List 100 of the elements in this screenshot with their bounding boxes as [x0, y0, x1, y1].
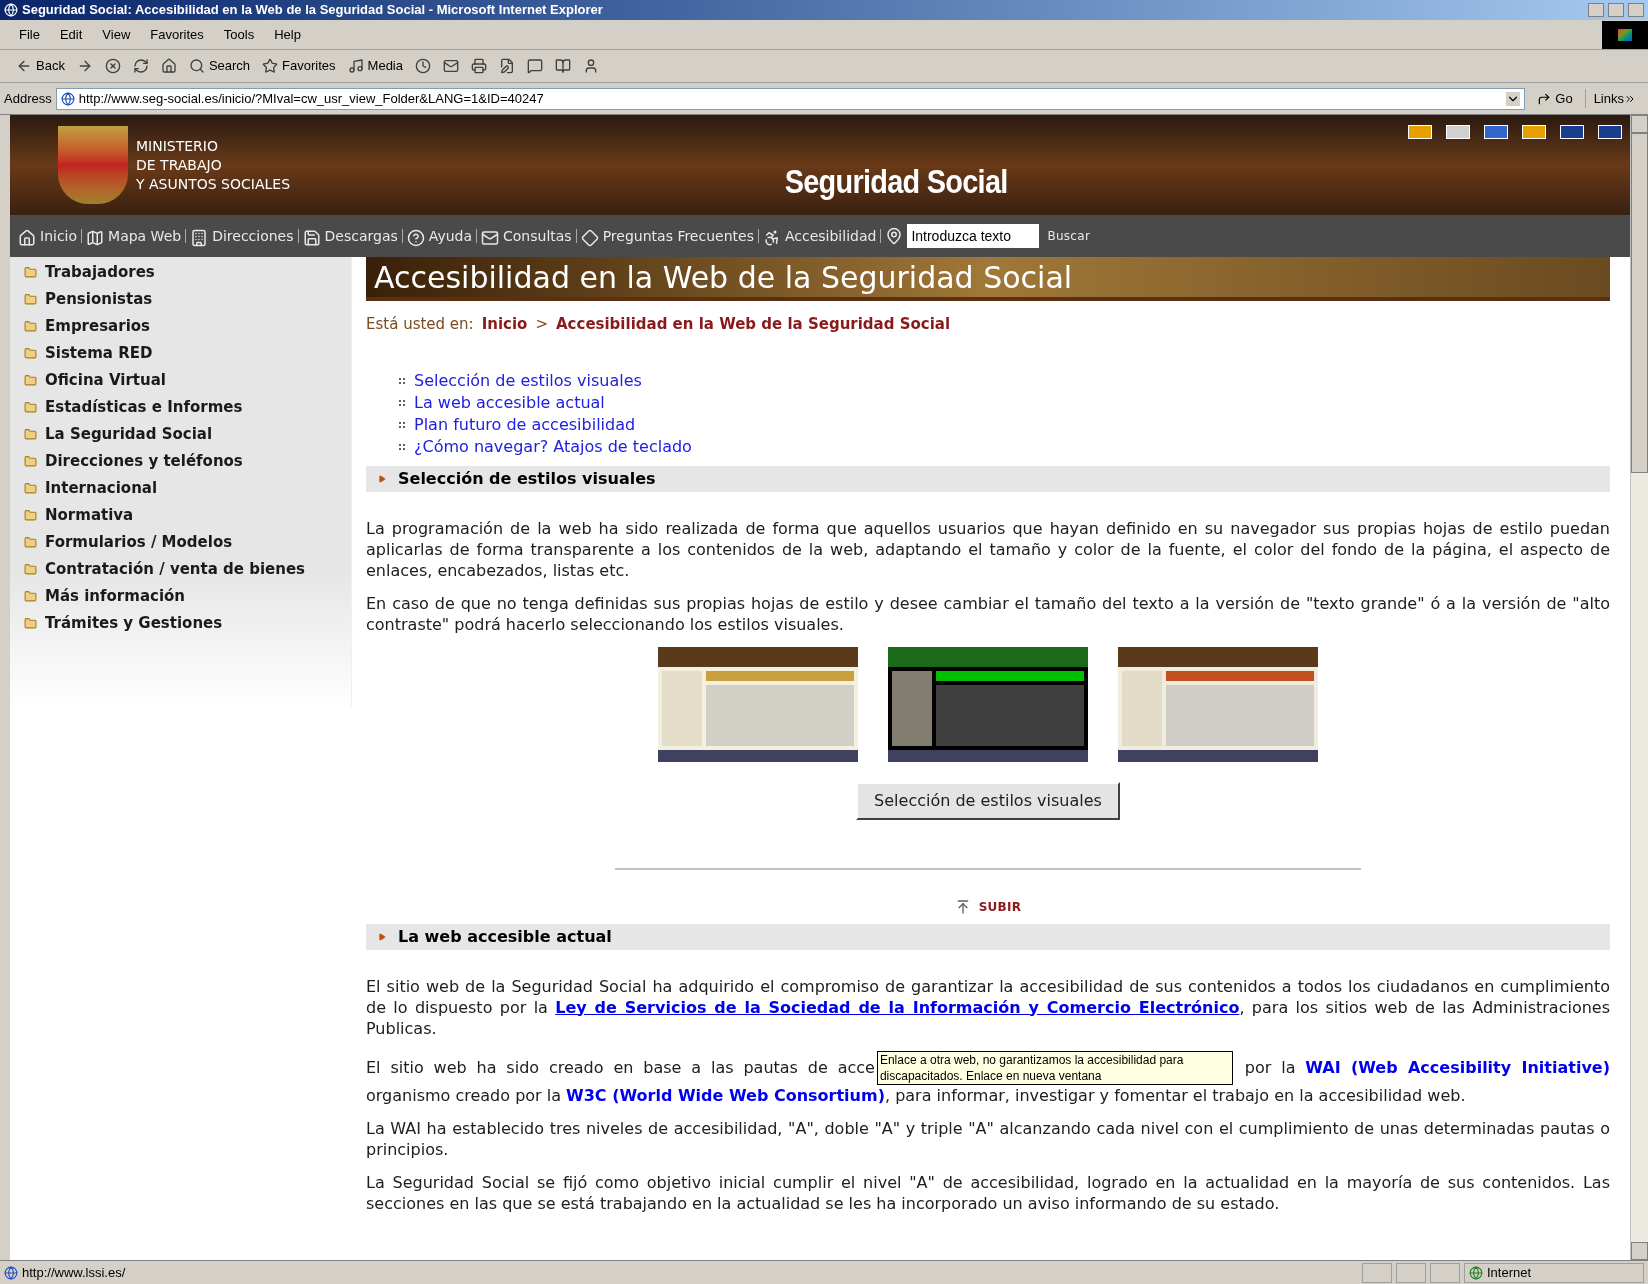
search-button[interactable]: Search — [188, 56, 251, 76]
nav-link[interactable]: Preguntas Frecuentes — [576, 225, 758, 247]
nav-link[interactable]: Mapa Web — [82, 225, 186, 247]
folder-icon — [24, 536, 37, 549]
toc-link[interactable]: ¿Cómo navegar? Atajos de teclado — [398, 435, 1610, 458]
home-button[interactable] — [160, 58, 177, 74]
nav-icon — [18, 228, 36, 247]
nav-icon — [406, 228, 425, 247]
menu-item[interactable]: File — [12, 24, 47, 45]
messenger-button[interactable] — [583, 58, 599, 74]
print-icon — [471, 58, 487, 74]
stop-icon — [104, 58, 121, 74]
back-to-top-link[interactable]: SUBIR — [954, 897, 1022, 916]
discuss-button[interactable] — [527, 58, 543, 74]
sidebar-item[interactable]: Sistema RED — [10, 340, 351, 367]
search-button[interactable]: Buscar — [1047, 227, 1091, 245]
folder-icon — [24, 320, 37, 333]
menu-item[interactable]: Help — [267, 24, 308, 45]
globe-icon — [1469, 1265, 1483, 1280]
messenger-icon — [583, 58, 599, 74]
status-pane — [1396, 1262, 1426, 1283]
flag-icon[interactable] — [1484, 125, 1508, 139]
link[interactable]: Ley de Servicios de la Sociedad de la Información y Comercio Electrónico — [555, 997, 1240, 1017]
page-icon — [60, 91, 75, 106]
page-title: Accesibilidad en la Web de la Seguridad Social — [366, 257, 1610, 301]
breadcrumb-link[interactable]: Inicio — [481, 313, 528, 336]
site-logo-text: Seguridad Social — [784, 160, 1008, 202]
link[interactable]: WAI (Web Accesibility Initiative) — [1305, 1057, 1610, 1076]
research-button[interactable] — [555, 58, 571, 74]
ministry-name: DE TRABAJO — [136, 155, 223, 175]
section-heading: Selección de estilos visuales — [366, 465, 1610, 492]
sidebar-item[interactable]: Trabajadores — [10, 259, 351, 286]
refresh-button[interactable] — [132, 58, 149, 74]
sidebar-item[interactable]: Estadísticas e Informes — [10, 394, 351, 421]
nav-icon — [762, 228, 781, 247]
back-icon — [16, 58, 32, 74]
sidebar-item[interactable]: La Seguridad Social — [10, 421, 351, 448]
research-icon — [555, 58, 571, 74]
nav-link[interactable]: Direcciones — [186, 225, 298, 247]
menu-item[interactable]: View — [95, 24, 138, 45]
menu-item[interactable]: Tools — [216, 24, 262, 45]
link[interactable]: W3C (World Wide Web Consortium) — [566, 1085, 885, 1105]
discuss-icon — [527, 58, 543, 74]
style-preview-thumbnail[interactable] — [1118, 646, 1318, 762]
scrollbar[interactable] — [1630, 115, 1648, 1260]
security-zone: Internet — [1464, 1262, 1644, 1283]
nav-icon — [302, 228, 321, 247]
sidebar-item[interactable]: Formularios / Modelos — [10, 529, 351, 556]
menu-item[interactable]: Favorites — [143, 24, 211, 45]
bullet-icon — [398, 377, 406, 384]
style-preview-thumbnail[interactable] — [888, 646, 1088, 762]
toc-link[interactable]: Selección de estilos visuales — [398, 369, 1610, 392]
sidebar-item[interactable]: Más información — [10, 583, 351, 610]
edit-button[interactable] — [499, 58, 515, 74]
mail-button[interactable] — [443, 58, 459, 74]
sidebar-item[interactable]: Oficina Virtual — [10, 367, 351, 394]
edit-icon — [499, 58, 515, 74]
stop-button[interactable] — [104, 58, 121, 74]
nav-link[interactable]: Accesibilidad — [758, 225, 881, 247]
nav-link[interactable]: Inicio — [14, 225, 82, 247]
history-button[interactable] — [415, 58, 431, 74]
bullet-icon — [398, 399, 406, 406]
window-title: Seguridad Social: Accesibilidad en la Web de la Seguridad Social - Microsoft Internet Explorer — [22, 1, 604, 20]
nav-link[interactable]: Consultas — [477, 225, 576, 247]
media-icon — [347, 58, 364, 74]
nav-link[interactable]: Ayuda — [402, 225, 477, 247]
tooltip: Enlace a otra web, no garantizamos la accesibilidad para discapacitados. Enlace en nueva ventana — [876, 1050, 1233, 1085]
breadcrumb-link[interactable]: Accesibilidad en la Web de la Seguridad Social — [556, 313, 951, 336]
nav-icon — [481, 228, 500, 247]
sidebar-item[interactable]: Contratación / venta de bienes — [10, 556, 351, 583]
address-field[interactable]: http://www.seg-social.es/inicio/?MIval=cw_usr_view_Folder&LANG=1&ID=40247 — [55, 87, 1526, 110]
breadcrumb-label: Está usted en: — [366, 314, 474, 335]
style-selection-button[interactable]: Selección de estilos visuales — [856, 781, 1120, 820]
windows-logo-icon — [1602, 20, 1648, 49]
sidebar-item[interactable]: Direcciones y teléfonos — [10, 448, 351, 475]
favorites-button[interactable]: Favorites — [262, 56, 336, 76]
folder-icon — [24, 563, 37, 576]
print-button[interactable] — [471, 58, 487, 74]
sidebar-item[interactable]: Empresarios — [10, 313, 351, 340]
nav-icon — [580, 228, 599, 247]
bullet-icon — [398, 421, 406, 428]
menu-item[interactable]: Edit — [52, 24, 90, 45]
back-button[interactable]: Back — [16, 56, 65, 76]
flag-icon[interactable] — [1598, 125, 1622, 139]
folder-icon — [24, 293, 37, 306]
go-button[interactable]: Go — [1529, 88, 1581, 109]
search-field[interactable]: Introduzca texto — [907, 224, 1040, 248]
style-preview-thumbnail[interactable] — [658, 646, 858, 762]
sidebar-item[interactable]: Pensionistas — [10, 286, 351, 313]
flag-icon[interactable] — [1560, 125, 1584, 139]
nav-link[interactable]: Descargas — [298, 225, 402, 247]
triangle-icon — [378, 474, 386, 483]
sidebar-item[interactable]: Normativa — [10, 502, 351, 529]
sidebar-item[interactable]: Internacional — [10, 475, 351, 502]
sidebar-item[interactable]: Trámites y Gestiones — [10, 610, 351, 637]
links-button[interactable]: Links — [1584, 88, 1644, 109]
media-button[interactable]: Media — [347, 56, 403, 76]
toc-link[interactable]: Plan futuro de accesibilidad — [398, 413, 1610, 436]
nav-icon — [86, 228, 105, 247]
toc-link[interactable]: La web accesible actual — [398, 391, 1610, 414]
